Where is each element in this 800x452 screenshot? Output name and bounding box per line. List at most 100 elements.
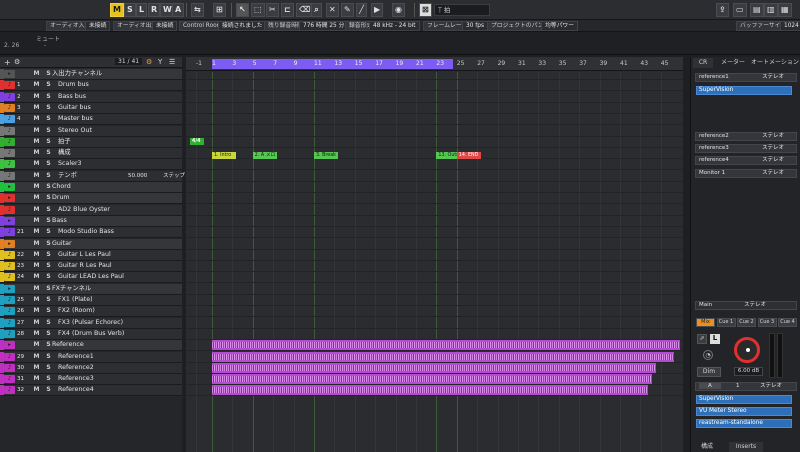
track-mute-button[interactable]: M xyxy=(32,341,41,349)
track-lane[interactable] xyxy=(186,261,683,273)
track-solo-button[interactable]: S xyxy=(44,228,53,236)
track-mute-button[interactable]: M xyxy=(32,149,41,157)
dim-button[interactable]: Dim xyxy=(697,367,721,377)
track-row[interactable]: ▸ M S Drum xyxy=(0,193,182,205)
draw-tool-icon[interactable]: ✎ xyxy=(341,3,354,17)
track-solo-button[interactable]: S xyxy=(44,251,53,259)
audio-event[interactable] xyxy=(212,385,648,396)
track-solo-button[interactable]: S xyxy=(44,364,53,372)
glue-tool-icon[interactable]: ⊏ xyxy=(281,3,294,17)
track-mute-button[interactable]: M xyxy=(32,375,41,383)
window-layout-icon[interactable]: ▭ xyxy=(733,3,747,17)
snap-toggle-icon[interactable]: ⊠ xyxy=(419,3,432,17)
track-row[interactable]: ♪ 2 M S Bass bus xyxy=(0,91,182,103)
track-solo-button[interactable]: S xyxy=(44,330,53,338)
track-row[interactable]: ▸ M S 入出力チャンネル xyxy=(0,69,182,80)
reference-channel-header[interactable]: reference2 ステレオ xyxy=(695,132,797,141)
track-lane[interactable] xyxy=(186,306,683,318)
track-row[interactable]: ♪ M S Scaler3 xyxy=(0,159,182,171)
reference-channel-header[interactable]: Monitor 1 ステレオ xyxy=(695,169,797,178)
reference-channel-header[interactable]: reference3 ステレオ xyxy=(695,144,797,153)
track-lane[interactable] xyxy=(186,126,683,137)
menu-icon[interactable]: ☰ xyxy=(169,58,175,66)
track-mute-button[interactable]: M xyxy=(32,194,41,202)
track-solo-button[interactable]: S xyxy=(44,104,53,112)
listen-mode-button[interactable]: L xyxy=(136,3,148,17)
track-row[interactable]: ♪ M S Stereo Out xyxy=(0,125,182,137)
automation-mode-button[interactable]: A xyxy=(172,3,185,17)
lower-zone-icon[interactable]: ▥ xyxy=(764,3,778,17)
track-lane[interactable] xyxy=(186,216,683,227)
pointer-tool-icon[interactable]: ↖ xyxy=(236,3,249,17)
track-mute-button[interactable]: M xyxy=(32,160,41,168)
input-selector[interactable]: A 1 ステレオ xyxy=(695,382,797,391)
track-lane[interactable] xyxy=(186,239,683,250)
audio-event[interactable] xyxy=(212,351,674,362)
reference-channel-header[interactable]: reference4 ステレオ xyxy=(695,156,797,165)
track-row[interactable]: ▸ M S FXチャンネル xyxy=(0,283,182,295)
track-lane[interactable] xyxy=(186,295,683,306)
arranger-marker[interactable]: 14. END xyxy=(456,152,481,159)
gain-value[interactable]: 6.00 dB xyxy=(734,367,763,376)
track-mute-button[interactable]: M xyxy=(32,115,41,123)
zoom-tool-icon[interactable]: ⌕ xyxy=(311,3,322,17)
track-mute-button[interactable]: M xyxy=(32,296,41,304)
track-solo-button[interactable]: S xyxy=(44,149,53,157)
track-solo-button[interactable]: S xyxy=(44,386,53,394)
track-solo-button[interactable]: S xyxy=(44,172,53,180)
insert-slot-2[interactable]: VU Meter Stereo xyxy=(696,407,792,416)
link-icon[interactable]: ⇗ xyxy=(697,334,707,344)
track-lane[interactable] xyxy=(186,92,683,103)
track-mute-button[interactable]: M xyxy=(32,138,41,146)
track-mute-button[interactable]: M xyxy=(32,386,41,394)
track-mute-button[interactable]: M xyxy=(32,183,41,191)
track-solo-button[interactable]: S xyxy=(44,206,53,214)
track-mute-button[interactable]: M xyxy=(32,228,41,236)
track-solo-button[interactable]: S xyxy=(44,296,53,304)
track-row[interactable]: ♪ M S AD2 Blue Oyster xyxy=(0,204,182,216)
track-lane[interactable] xyxy=(186,103,683,114)
track-solo-button[interactable]: S xyxy=(44,127,53,135)
track-row[interactable]: ♪ 3 M S Guitar bus xyxy=(0,102,182,114)
cue-button[interactable]: Cue 1 xyxy=(716,318,736,327)
tab-automation[interactable]: オートメーション xyxy=(751,58,799,68)
track-solo-button[interactable]: S xyxy=(44,160,53,168)
track-row[interactable]: ♪ 4 M S Master bus xyxy=(0,114,182,126)
settings-icon[interactable]: ⚙ xyxy=(146,58,152,66)
track-lane[interactable] xyxy=(186,171,683,182)
track-lane[interactable] xyxy=(186,272,683,284)
track-row[interactable]: ▸ M S Reference xyxy=(0,340,182,352)
cue-button[interactable]: Cue 3 xyxy=(757,318,777,327)
track-lane[interactable] xyxy=(186,137,683,148)
track-mute-button[interactable]: M xyxy=(32,273,41,281)
track-mute-button[interactable]: M xyxy=(32,70,41,78)
listen-icon[interactable]: L xyxy=(710,334,720,344)
track-lane[interactable] xyxy=(186,114,683,126)
filter-icon[interactable]: Y xyxy=(158,58,162,66)
track-row[interactable]: ♪ 22 M S Guitar L Les Paul xyxy=(0,249,182,261)
track-row[interactable]: ▸ M S Guitar xyxy=(0,238,182,250)
track-mute-button[interactable]: M xyxy=(32,172,41,180)
arranger-marker[interactable]: 1. Intro xyxy=(212,152,236,159)
main-header[interactable]: Main ステレオ xyxy=(695,301,797,310)
line-tool-icon[interactable]: ╱ xyxy=(356,3,367,17)
cue-button[interactable]: Cue 4 xyxy=(778,318,797,327)
time-signature-event[interactable]: 4/4 xyxy=(190,138,204,145)
grid-type-select[interactable]: ⟙ 拍 xyxy=(434,4,490,16)
track-lane[interactable] xyxy=(186,284,683,295)
track-mute-button[interactable]: M xyxy=(32,307,41,315)
track-row[interactable]: ♪ 32 M S Reference4 xyxy=(0,385,182,397)
track-row[interactable]: ♪ 31 M S Reference3 xyxy=(0,374,182,386)
track-mute-button[interactable]: M xyxy=(32,81,41,89)
track-row[interactable]: ♪ 26 M S FX2 (Room) xyxy=(0,306,182,318)
track-lane[interactable] xyxy=(186,329,683,340)
insert-slot-1[interactable]: SuperVision xyxy=(696,395,792,404)
track-lane[interactable] xyxy=(186,318,683,329)
track-lane[interactable] xyxy=(186,159,683,171)
constrain-icon[interactable]: ⇆ xyxy=(191,3,204,17)
solo-mode-button[interactable]: S xyxy=(124,3,136,17)
track-mute-button[interactable]: M xyxy=(32,251,41,259)
add-track-icon[interactable]: + xyxy=(4,58,11,67)
track-row[interactable]: ♪ 23 M S Guitar R Les Paul xyxy=(0,261,182,273)
track-row[interactable]: ♪ 27 M S FX3 (Pulsar Echorec) xyxy=(0,317,182,329)
